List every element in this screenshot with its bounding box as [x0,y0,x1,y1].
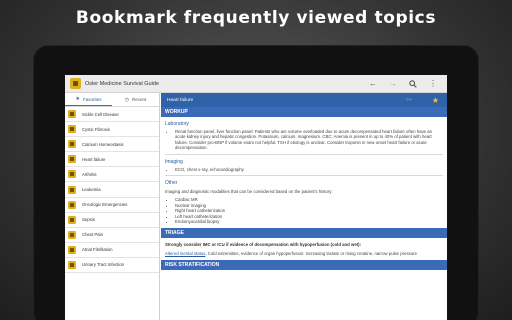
list-item[interactable]: Calcium Homeostasis [65,137,159,153]
list-item[interactable]: Heart failure [65,152,159,168]
topic-icon [68,140,76,149]
tab-recent[interactable]: ◷ Recent [112,93,159,106]
other-item: Endomyocardial biopsy [175,219,447,224]
list-item[interactable]: Oncologic Emergencies [65,198,159,213]
imaging-heading: Imaging [165,158,183,165]
section-risk-stratification[interactable]: RISK STRATIFICATION [161,260,447,271]
bookmark-star-icon[interactable]: ★ [432,96,439,105]
unlink-icon[interactable]: ⚯ [406,96,412,104]
overflow-menu-icon[interactable]: ⋮ [427,78,439,90]
triage-text: Altered mental status, Cold extremities,… [161,248,447,260]
list-item[interactable]: Chest Pain [65,228,159,243]
topic-icon [68,125,76,134]
section-triage[interactable]: TRIAGE [161,228,447,239]
detail-header: Heart failure ⚯ ★ [161,93,447,107]
topic-label: Calcium Homeostasis [82,141,124,147]
app-logo-icon [70,78,81,89]
topic-label: Sepsis [82,217,95,223]
app-screen: Osler Medicine Survival Guide ← → ⋮ ★ Fa… [65,75,447,320]
promo-headline: Bookmark frequently viewed topics [75,8,437,28]
laboratory-heading: Laboratory [165,121,189,127]
clock-icon: ◷ [124,96,130,103]
list-item[interactable]: Cystic Fibrosis [65,122,159,138]
laboratory-text: Renal function panel, liver function pan… [175,129,439,151]
back-arrow-icon[interactable]: ← [367,78,379,90]
topic-icon [68,230,76,239]
topic-icon [68,170,76,179]
list-item[interactable]: Sickle Cell Disease [65,107,159,123]
topic-icon [68,215,76,224]
topic-label: Chest Pain [82,232,104,238]
section-workup[interactable]: WORKUP [161,107,447,117]
topic-icon [68,200,76,209]
topic-label: Heart failure [82,156,106,162]
laboratory-list: Renal function panel, liver function pan… [161,127,447,151]
topic-icon [68,245,76,254]
imaging-list: ECG, chest x-ray, echocardiography [161,165,447,172]
topic-label: Atrial Fibrillation [82,247,113,253]
list-item[interactable]: Sepsis [65,213,159,228]
list-item[interactable]: Arthritis [65,167,159,183]
search-icon[interactable] [407,78,419,90]
imaging-item: ECG, chest x-ray, echocardiography [175,167,447,172]
star-icon: ★ [75,96,80,102]
other-heading: Other [165,180,178,187]
topic-label: Sickle Cell Disease [82,111,119,117]
topic-detail: Heart failure ⚯ ★ WORKUP Laboratory Rena… [161,93,447,320]
list-item[interactable]: Leukemia [65,182,159,198]
topic-label: Oncologic Emergencies [82,202,128,208]
triage-rest-text: , Cold extremities, evidence of organ hy… [205,250,417,256]
action-bar: Osler Medicine Survival Guide ← → ⋮ [65,75,447,93]
topic-list: Sickle Cell Disease Cystic Fibrosis Calciu… [65,107,159,274]
topic-label: Urinary Tract Infection [82,262,125,268]
topic-icon [68,260,76,269]
tab-favorites[interactable]: ★ Favorites [65,93,112,106]
forward-arrow-icon[interactable]: → [387,78,399,90]
topic-icon [68,155,76,164]
topic-icon [68,110,76,119]
other-text: Imaging and diagnostic modalities that c… [165,189,333,195]
altered-mental-status-link[interactable]: Altered mental status [165,251,205,256]
app-title: Osler Medicine Survival Guide [85,80,159,87]
list-item[interactable]: Urinary Tract Infection [65,258,159,274]
tab-bar: ★ Favorites ◷ Recent [65,93,159,107]
list-item[interactable]: Atrial Fibrillation [65,243,159,258]
other-list: Cardiac MRNuclear imagingRight heart cat… [161,194,447,228]
detail-title: Heart failure [167,97,194,103]
topic-sidebar: ★ Favorites ◷ Recent Sickle Cell Disease… [65,93,160,320]
topic-label: Cystic Fibrosis [82,126,110,132]
tab-favorites-label: Favorites [82,96,102,102]
topic-icon [68,185,76,194]
tab-recent-label: Recent [132,97,147,102]
triage-bold-text: Strongly consider IMC or ICU if evidence… [165,242,362,248]
topic-label: Arthritis [82,171,97,177]
topic-label: Leukemia [82,187,101,193]
